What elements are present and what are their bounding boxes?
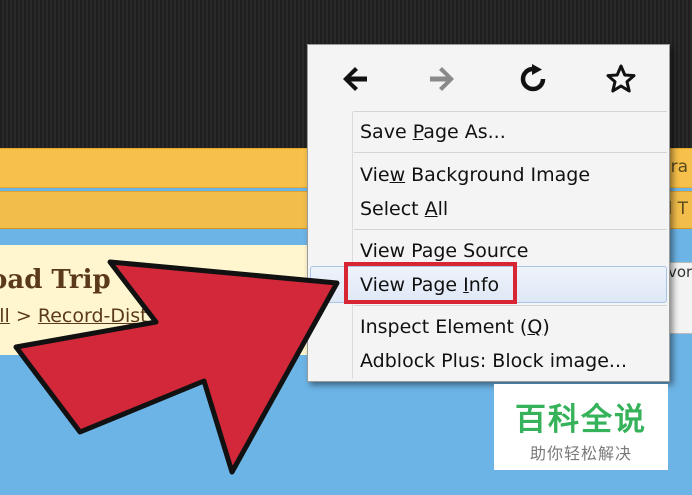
watermark-title: 百科全说 [515,402,647,438]
watermark-logo: 百科全说 助你轻松解决 [494,384,668,470]
watermark-subtitle: 助你轻松解决 [529,444,632,463]
